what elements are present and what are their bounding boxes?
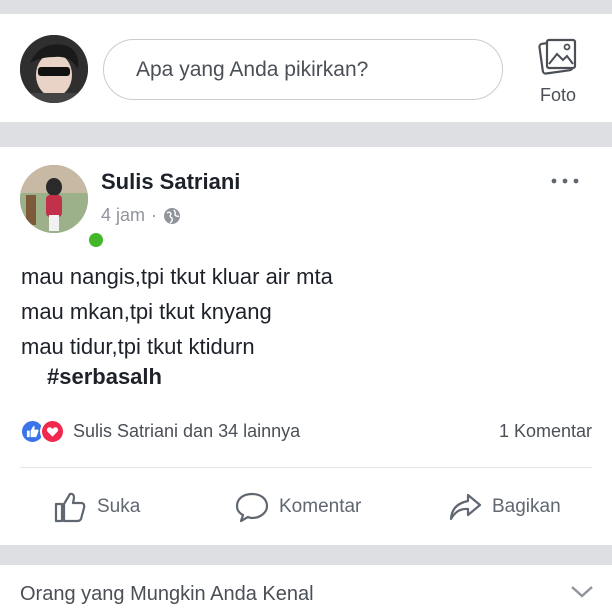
love-reaction-icon xyxy=(40,419,65,444)
top-separator xyxy=(0,0,612,14)
photo-label: Foto xyxy=(539,85,577,105)
post-time[interactable]: 4 jam xyxy=(101,205,145,226)
section-title: Orang yang Mungkin Anda Kenal xyxy=(20,583,314,605)
post-body: mau nangis,tpi tkut kluar air mta mau mk… xyxy=(21,259,333,364)
people-you-may-know-section[interactable]: Orang yang Mungkin Anda Kenal xyxy=(0,565,612,612)
post-author-name[interactable]: Sulis Satriani xyxy=(101,169,240,195)
status-composer: Apa yang Anda pikirkan? Foto xyxy=(0,14,612,122)
feed-post: Sulis Satriani 4 jam · mau nangis,tpi tk… xyxy=(0,147,612,545)
chevron-down-icon[interactable] xyxy=(570,585,594,599)
whats-on-your-mind-input[interactable]: Apa yang Anda pikirkan? xyxy=(103,39,503,100)
photo-icon xyxy=(538,38,577,75)
reactions-summary[interactable]: Sulis Satriani dan 34 lainnya xyxy=(20,419,300,444)
post-body-line: mau nangis,tpi tkut kluar air mta xyxy=(21,264,333,289)
like-button[interactable]: Suka xyxy=(53,490,140,524)
post-divider xyxy=(20,467,592,468)
composer-placeholder: Apa yang Anda pikirkan? xyxy=(136,57,369,81)
comments-count[interactable]: 1 Komentar xyxy=(499,421,592,442)
author-avatar[interactable] xyxy=(20,165,106,250)
globe-icon xyxy=(164,207,181,224)
thumbs-up-icon xyxy=(54,492,86,523)
share-arrow-icon xyxy=(449,493,482,521)
post-hashtag[interactable]: #serbasalh xyxy=(47,364,162,390)
reactions-text: Sulis Satriani dan 34 lainnya xyxy=(73,421,301,441)
meta-separator: · xyxy=(151,205,158,225)
post-body-line: mau tidur,tpi tkut ktidurn xyxy=(21,334,255,359)
my-avatar[interactable] xyxy=(20,35,88,103)
more-dots-icon xyxy=(551,178,579,184)
comment-icon xyxy=(235,492,269,523)
post-body-line: mau mkan,tpi tkut knyang xyxy=(21,299,272,324)
post-meta: 4 jam · xyxy=(101,205,181,226)
photo-button[interactable]: Foto xyxy=(525,36,591,108)
comment-button[interactable]: Komentar xyxy=(235,490,361,524)
share-button[interactable]: Bagikan xyxy=(448,490,561,524)
like-label: Suka xyxy=(97,496,141,517)
share-label: Bagikan xyxy=(492,496,561,517)
post-options-button[interactable] xyxy=(550,175,584,189)
online-indicator xyxy=(86,230,106,250)
comment-label: Komentar xyxy=(279,496,362,517)
